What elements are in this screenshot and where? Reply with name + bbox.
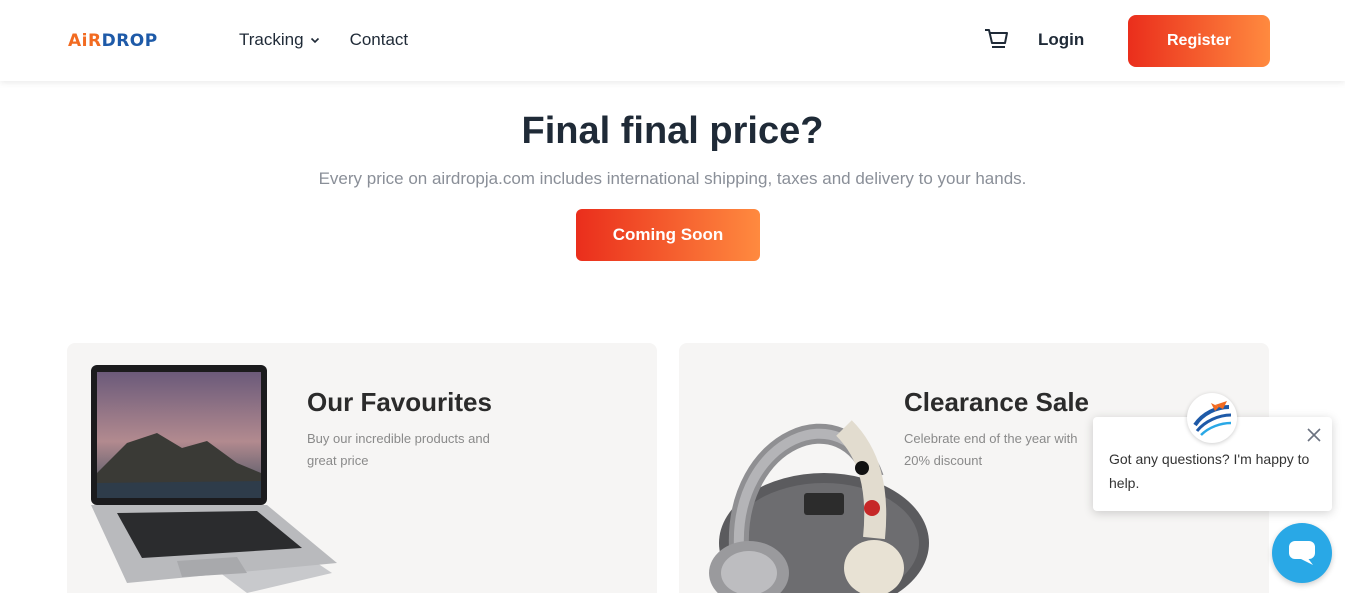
nav-contact-label: Contact — [349, 30, 409, 49]
chat-icon — [1289, 541, 1315, 565]
nav-tracking[interactable]: Tracking — [239, 30, 320, 50]
airdrop-globe-icon — [1190, 396, 1234, 440]
card-description: Buy our incredible products and great pr… — [307, 431, 490, 468]
register-button[interactable]: Register — [1128, 15, 1270, 67]
card-our-favourites[interactable]: Our Favourites Buy our incredible produc… — [67, 343, 657, 593]
main-nav: Tracking Contact — [239, 30, 408, 50]
chat-message: Got any questions? I'm happy to help. — [1109, 451, 1310, 491]
top-navbar: AiRDROP Tracking Contact Login Register — [0, 0, 1345, 81]
login-link[interactable]: Login — [1038, 30, 1084, 50]
page: AiRDROP Tracking Contact Login Register … — [0, 0, 1345, 593]
nav-contact[interactable]: Contact — [350, 30, 409, 50]
logo-air-text: AiR — [68, 31, 102, 51]
chat-launcher-button[interactable] — [1272, 523, 1332, 583]
coming-soon-button[interactable]: Coming Soon — [576, 209, 760, 261]
chat-agent-avatar — [1187, 393, 1237, 443]
card-title: Clearance Sale — [904, 387, 1090, 417]
card-description: Celebrate end of the year with 20% disco… — [904, 431, 1078, 468]
nav-tracking-label: Tracking — [239, 30, 304, 49]
hero-title: Final final price? — [521, 110, 824, 152]
headphones-image — [709, 420, 929, 593]
close-icon[interactable] — [1306, 427, 1322, 443]
card-title: Our Favourites — [307, 387, 492, 417]
logo-drop-text: DROP — [101, 31, 158, 51]
hero-subtitle: Every price on airdropja.com includes in… — [318, 169, 1027, 188]
airdrop-logo[interactable]: AiRDROP — [68, 27, 158, 55]
chevron-down-icon — [310, 37, 319, 44]
cart-icon[interactable] — [983, 27, 1009, 51]
